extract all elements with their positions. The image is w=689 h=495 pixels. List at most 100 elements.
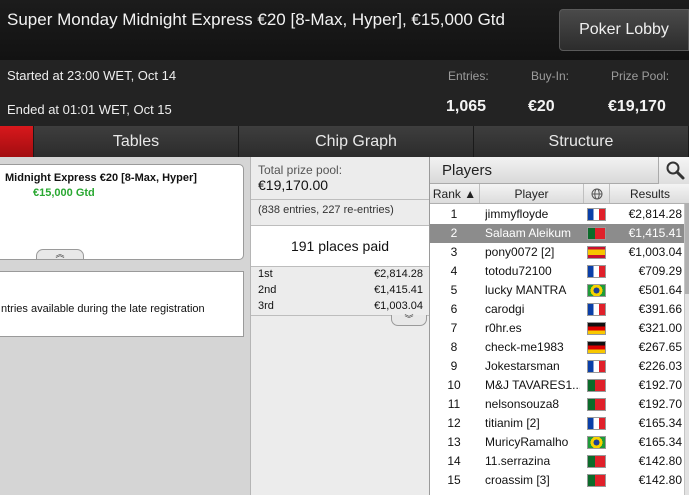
late-registration-card: ntries available during the late registr… <box>0 271 244 337</box>
player-row[interactable]: 8 check-me1983 €267.65 <box>430 338 684 357</box>
flag-icon <box>587 360 606 373</box>
player-name: titianim [2] <box>485 416 540 430</box>
tournament-name: Midnight Express €20 [8-Max, Hyper] <box>5 172 197 184</box>
total-prize-value: €19,170.00 <box>258 177 329 193</box>
flag-icon <box>587 208 606 221</box>
flag-icon <box>587 474 606 487</box>
flag-icon <box>587 227 606 240</box>
column-rank[interactable]: Rank ▲ <box>430 184 480 203</box>
tournament-title: Super Monday Midnight Express €20 [8-Max… <box>7 10 505 29</box>
prize-pool-label: Prize Pool: <box>611 69 670 83</box>
players-column-headers: Rank ▲ Player Results <box>430 184 689 204</box>
collapse-toggle[interactable]: ︽ <box>36 249 84 260</box>
player-row[interactable]: 4 totodu72100 €709.29 <box>430 262 684 281</box>
player-result: €1,003.04 <box>628 245 682 259</box>
player-row[interactable]: 9 Jokestarsman €226.03 <box>430 357 684 376</box>
payout-place: 3rd <box>258 300 274 312</box>
player-name: Salaam Aleikum <box>485 226 572 240</box>
buyin-value: €20 <box>528 98 555 115</box>
player-rank: 4 <box>450 264 458 278</box>
flag-icon <box>587 379 606 392</box>
player-name: Jokestarsman <box>485 359 560 373</box>
payout-amount: €1,415.41 <box>374 284 423 296</box>
player-name: nelsonsouza8 <box>485 397 560 411</box>
player-rank: 15 <box>447 473 461 487</box>
flag-icon <box>587 322 606 335</box>
player-result: €165.34 <box>638 416 682 430</box>
tournament-card[interactable]: Midnight Express €20 [8-Max, Hyper] €15,… <box>0 164 244 260</box>
tournament-summary-panel: Midnight Express €20 [8-Max, Hyper] €15,… <box>0 157 250 495</box>
player-row[interactable]: 7 r0hr.es €321.00 <box>430 319 684 338</box>
player-row[interactable]: 2 Salaam Aleikum €1,415.41 <box>430 224 684 243</box>
player-rank: 1 <box>450 207 458 221</box>
expand-payouts-toggle[interactable]: ︾ <box>391 315 427 326</box>
scrollbar-thumb[interactable] <box>685 204 689 294</box>
player-rank: 5 <box>450 283 458 297</box>
player-result: €1,415.41 <box>628 226 682 240</box>
guarantee-label: €15,000 Gtd <box>33 187 95 199</box>
tab-chip-graph[interactable]: Chip Graph <box>239 126 474 157</box>
column-player[interactable]: Player <box>480 184 584 203</box>
player-name: jimmyfloyde <box>485 207 549 221</box>
player-result: €709.29 <box>638 264 682 278</box>
player-row[interactable]: 1 jimmyfloyde €2,814.28 <box>430 205 684 224</box>
player-rank: 2 <box>450 226 458 240</box>
places-paid: 191 places paid <box>251 226 429 266</box>
flag-icon <box>587 284 606 297</box>
player-name: M&J TAVARES1... <box>485 378 580 392</box>
prize-pool-value: €19,170 <box>608 98 666 115</box>
poker-lobby-button[interactable]: Poker Lobby <box>559 9 689 51</box>
tab-structure[interactable]: Structure <box>474 126 689 157</box>
player-row[interactable]: 10 M&J TAVARES1... €192.70 <box>430 376 684 395</box>
payout-row: 3rd €1,003.04 <box>251 298 429 314</box>
flag-icon <box>587 246 606 259</box>
tab-bar: Tables Chip Graph Structure <box>0 126 689 157</box>
entries-breakdown: (838 entries, 227 re-entries) <box>258 204 394 216</box>
player-rank: 7 <box>450 321 458 335</box>
player-row[interactable]: 12 titianim [2] €165.34 <box>430 414 684 433</box>
player-row[interactable]: 6 carodgi €391.66 <box>430 300 684 319</box>
player-rank: 11 <box>447 397 461 411</box>
players-header: Players <box>430 157 689 184</box>
title-bar: Super Monday Midnight Express €20 [8-Max… <box>0 0 689 60</box>
flag-icon <box>587 303 606 316</box>
flag-icon <box>587 398 606 411</box>
player-result: €2,814.28 <box>628 207 682 221</box>
player-row[interactable]: 13 MuricyRamalho €165.34 <box>430 433 684 452</box>
globe-icon <box>591 188 602 199</box>
flag-icon <box>587 265 606 278</box>
player-rank: 8 <box>450 340 458 354</box>
player-row[interactable]: 15 croassim [3] €142.80 <box>430 471 684 490</box>
players-scrollbar[interactable] <box>684 204 689 495</box>
players-title: Players <box>442 162 493 179</box>
search-button[interactable] <box>658 157 689 184</box>
player-name: check-me1983 <box>485 340 564 354</box>
payout-amount: €1,003.04 <box>374 300 423 312</box>
player-row[interactable]: 11 nelsonsouza8 €192.70 <box>430 395 684 414</box>
player-rank: 3 <box>450 245 458 259</box>
player-name: MuricyRamalho <box>485 435 569 449</box>
player-result: €142.80 <box>638 454 682 468</box>
player-result: €501.64 <box>638 283 682 297</box>
player-name: pony0072 [2] <box>485 245 555 259</box>
start-time: Started at 23:00 WET, Oct 14 <box>7 68 177 83</box>
column-country[interactable] <box>584 184 610 203</box>
tab-info-active[interactable] <box>0 126 34 157</box>
payout-place: 2nd <box>258 284 277 296</box>
player-row[interactable]: 14 11.serrazina €142.80 <box>430 452 684 471</box>
tab-tables[interactable]: Tables <box>34 126 239 157</box>
player-result: €142.80 <box>638 473 682 487</box>
player-result: €192.70 <box>638 397 682 411</box>
player-result: €391.66 <box>638 302 682 316</box>
column-results[interactable]: Results <box>610 184 689 203</box>
divider <box>251 199 429 200</box>
player-name: croassim [3] <box>485 473 550 487</box>
player-row[interactable]: 5 lucky MANTRA €501.64 <box>430 281 684 300</box>
total-prize-label: Total prize pool: <box>258 163 343 177</box>
player-rank: 14 <box>447 454 461 468</box>
player-result: €267.65 <box>638 340 682 354</box>
payout-row: 2nd €1,415.41 <box>251 282 429 298</box>
entries-label: Entries: <box>448 69 489 83</box>
player-result: €226.03 <box>638 359 682 373</box>
player-row[interactable]: 3 pony0072 [2] €1,003.04 <box>430 243 684 262</box>
